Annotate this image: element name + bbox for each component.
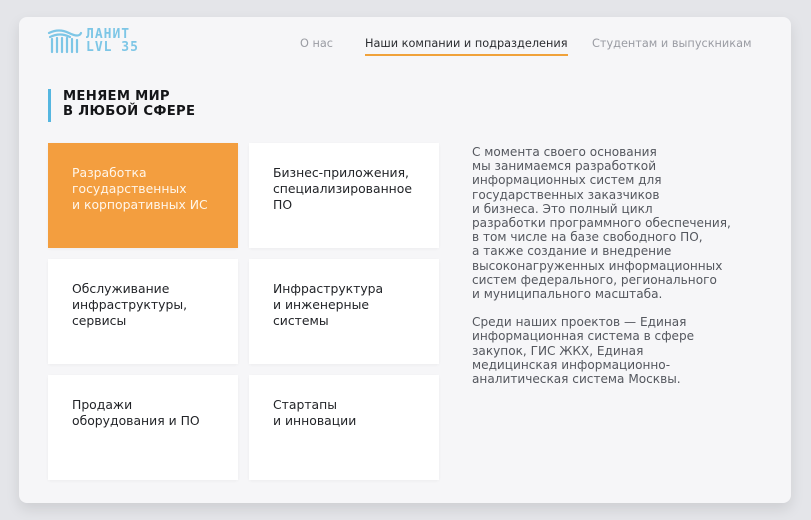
card-line: и инженерные xyxy=(273,297,370,312)
headline-line1: МЕНЯЕМ МИР xyxy=(63,89,170,104)
page-window: ЛАНИТ LVL 35 О нас Наши компании и подра… xyxy=(19,17,791,503)
card-line: Разработка xyxy=(72,165,147,180)
card-line: и корпоративных ИС xyxy=(72,197,208,212)
card-line: государственных xyxy=(72,181,187,196)
desc-line: аналитическая система Москвы. xyxy=(472,372,681,387)
card-line: Инфраструктура xyxy=(273,281,384,296)
page-headline: МЕНЯЕМ МИР В ЛЮБОЙ СФЕРЕ xyxy=(48,89,195,122)
card-line: специализированное xyxy=(273,181,412,196)
desc-line: разработки программного обеспечения, xyxy=(472,216,731,231)
card-startups[interactable]: Стартапы и инновации xyxy=(249,375,439,480)
card-line: ПО xyxy=(273,197,293,212)
card-hardware-sales[interactable]: Продажи оборудования и ПО xyxy=(48,375,238,480)
company-description: С момента своего основания мы занимаемся… xyxy=(472,145,772,400)
card-line: системы xyxy=(273,313,329,328)
nav-link-about[interactable]: О нас xyxy=(300,37,333,54)
card-infrastructure-services[interactable]: Обслуживание инфраструктуры, сервисы xyxy=(48,259,238,364)
desc-line: а также создание и внедрение xyxy=(472,244,672,259)
description-paragraph-2: Среди наших проектов — Единая информацио… xyxy=(472,315,772,386)
desc-line: систем федерального, регионального xyxy=(472,272,717,287)
desc-line: высоконагруженных информационных xyxy=(472,258,723,273)
desc-line: государственных заказчиков xyxy=(472,187,660,202)
card-business-apps[interactable]: Бизнес-приложения, специализированное ПО xyxy=(249,143,439,248)
card-line: Бизнес-приложения, xyxy=(273,165,410,180)
desc-line: и муниципального масштаба. xyxy=(472,287,663,302)
nav-link-companies[interactable]: Наши компании и подразделения xyxy=(365,37,568,56)
desc-line: медицинская информационно- xyxy=(472,357,671,372)
card-line: инфраструктуры, xyxy=(72,297,188,312)
description-paragraph-1: С момента своего основания мы занимаемся… xyxy=(472,145,772,301)
top-navigation: О нас Наши компании и подразделения Студ… xyxy=(19,37,791,57)
card-line: сервисы xyxy=(72,313,127,328)
card-line: и инновации xyxy=(273,413,357,428)
card-infrastructure-engineering[interactable]: Инфраструктура и инженерные системы xyxy=(249,259,439,364)
card-line: Обслуживание xyxy=(72,281,170,296)
desc-line: в том числе на базе свободного ПО, xyxy=(472,230,703,245)
card-line: Продажи xyxy=(72,397,133,412)
card-line: оборудования и ПО xyxy=(72,413,200,428)
card-gov-corp-dev[interactable]: Разработка государственных и корпоративн… xyxy=(48,143,238,248)
desc-line: информационная система в сфере xyxy=(472,329,695,344)
headline-line2: В ЛЮБОЙ СФЕРЕ xyxy=(63,104,196,119)
desc-line: С момента своего основания xyxy=(472,145,657,159)
desc-line: и бизнеса. Это полный цикл xyxy=(472,201,653,216)
card-line: Стартапы xyxy=(273,397,338,412)
desc-line: закупок, ГИС ЖКХ, Единая xyxy=(472,343,644,358)
nav-link-students[interactable]: Студентам и выпускникам xyxy=(592,37,752,54)
desc-line: мы занимаемся разработкой xyxy=(472,159,657,174)
desc-line: информационных систем для xyxy=(472,173,662,188)
desc-line: Среди наших проектов — Единая xyxy=(472,315,687,330)
